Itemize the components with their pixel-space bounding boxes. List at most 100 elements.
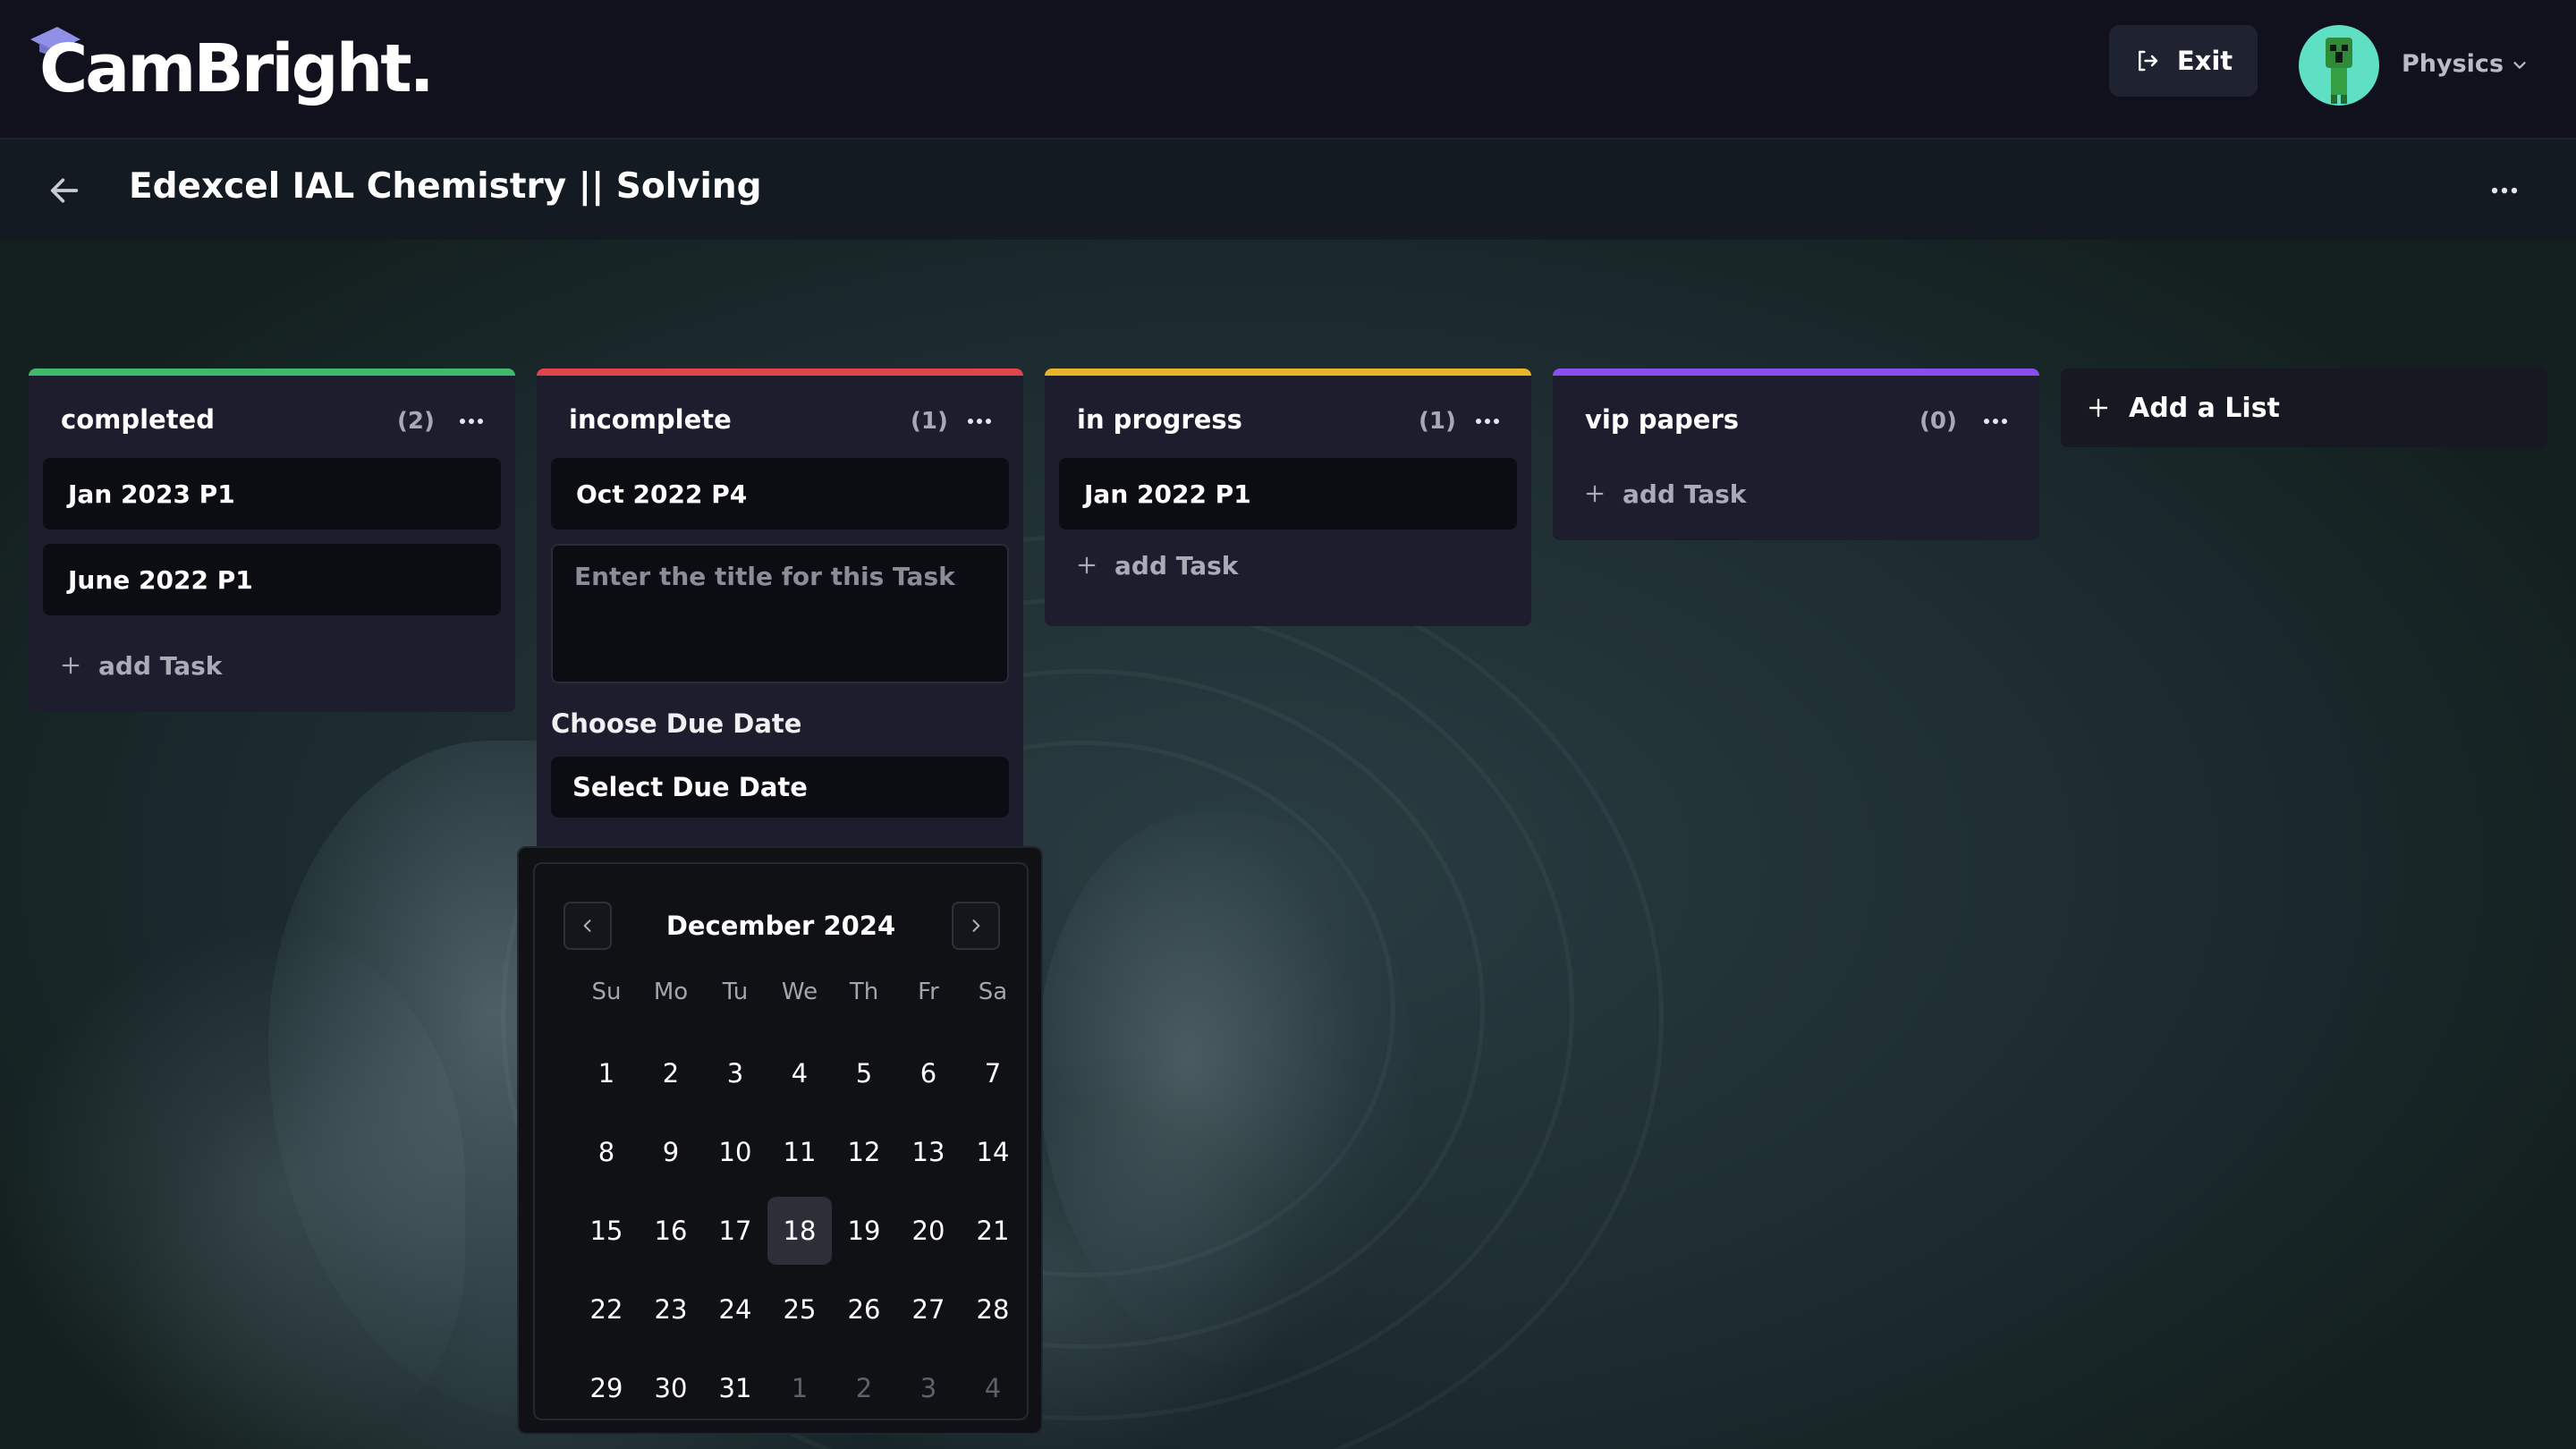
calendar-day[interactable]: 7 xyxy=(961,1034,1025,1113)
calendar-day-outside-month[interactable]: 3 xyxy=(896,1349,961,1428)
calendar-day-outside-month[interactable]: 1 xyxy=(767,1349,832,1428)
calendar-day-outside-month[interactable]: 2 xyxy=(832,1349,896,1428)
plus-icon xyxy=(62,657,80,674)
calendar-day[interactable]: 19 xyxy=(832,1191,896,1270)
list-color-bar xyxy=(537,369,1023,376)
task-card[interactable]: June 2022 P1 xyxy=(43,544,501,615)
calendar-day[interactable]: 3 xyxy=(703,1034,767,1113)
add-task-button[interactable]: add Task xyxy=(1553,458,2039,530)
list-title: completed xyxy=(61,404,215,435)
weekday-label: Th xyxy=(849,979,879,1005)
add-list-button[interactable]: Add a List xyxy=(2061,369,2547,447)
chevron-down-icon[interactable] xyxy=(2510,55,2529,75)
water-splash xyxy=(0,919,465,1449)
calendar-day[interactable]: 16 xyxy=(639,1191,703,1270)
chevron-left-icon xyxy=(583,919,591,932)
calendar-day[interactable]: 20 xyxy=(896,1191,961,1270)
calendar-day-outside-month[interactable]: 4 xyxy=(961,1349,1025,1428)
calendar-day[interactable]: 28 xyxy=(961,1270,1025,1349)
weekday-label: Tu xyxy=(722,979,749,1005)
list-title: vip papers xyxy=(1585,404,1740,435)
calendar-day-number: 2 xyxy=(855,1373,873,1403)
add-task-button[interactable]: add Task xyxy=(1045,530,1531,601)
calendar-day[interactable]: 29 xyxy=(574,1349,639,1428)
avatar[interactable] xyxy=(2299,25,2379,106)
calendar-day-number: 7 xyxy=(984,1058,1002,1089)
task-card[interactable]: Oct 2022 P4 xyxy=(551,458,1009,530)
calendar-day[interactable]: 14 xyxy=(961,1113,1025,1191)
calendar-day[interactable]: 21 xyxy=(961,1191,1025,1270)
calendar-day[interactable]: 10 xyxy=(703,1113,767,1191)
calendar-day-number: 28 xyxy=(976,1294,1010,1325)
select-due-date-button[interactable]: Select Due Date xyxy=(551,757,1009,818)
calendar-day[interactable]: 17 xyxy=(703,1191,767,1270)
calendar-day[interactable]: 13 xyxy=(896,1113,961,1191)
calendar-day[interactable]: 30 xyxy=(639,1349,703,1428)
weekday-header: Su Mo Tu We Th Fr Sa xyxy=(574,979,1025,1005)
calendar-day-number: 15 xyxy=(589,1216,623,1246)
calendar-day[interactable]: 11 xyxy=(767,1113,832,1191)
list-count: (1) xyxy=(911,408,948,435)
list-title: in progress xyxy=(1077,404,1242,435)
calendar-day[interactable]: 6 xyxy=(896,1034,961,1113)
task-title-input[interactable] xyxy=(553,546,1007,682)
list-count: (0) xyxy=(1919,408,1957,435)
back-arrow-icon[interactable] xyxy=(47,173,82,208)
more-options-icon[interactable] xyxy=(2487,175,2522,206)
calendar-day[interactable]: 25 xyxy=(767,1270,832,1349)
list-vip-papers: vip papers (0) add Task xyxy=(1553,369,2039,540)
calendar-day[interactable]: 15 xyxy=(574,1191,639,1270)
app-logo[interactable]: CamBright. xyxy=(39,30,435,107)
exit-button[interactable]: Exit xyxy=(2109,25,2258,97)
calendar-day[interactable]: 4 xyxy=(767,1034,832,1113)
calendar-panel: December 2024 Su Mo Tu We Th Fr Sa 1 2 3 4 5 6 7 8 9 10… xyxy=(533,862,1029,1420)
list-menu-icon[interactable] xyxy=(964,413,995,429)
calendar-day[interactable]: 27 xyxy=(896,1270,961,1349)
calendar-day-number: 22 xyxy=(589,1294,623,1325)
subject-selector[interactable]: Physics xyxy=(2402,50,2504,78)
calendar-day-number: 8 xyxy=(597,1137,615,1167)
calendar-day[interactable]: 23 xyxy=(639,1270,703,1349)
calendar-day-number: 21 xyxy=(976,1216,1010,1246)
calendar-day[interactable]: 12 xyxy=(832,1113,896,1191)
list-menu-icon[interactable] xyxy=(1472,413,1503,429)
task-card[interactable]: Jan 2023 P1 xyxy=(43,458,501,530)
calendar-day-number: 5 xyxy=(855,1058,873,1089)
list-title: incomplete xyxy=(569,404,732,435)
calendar-day[interactable]: 24 xyxy=(703,1270,767,1349)
calendar-day[interactable]: 1 xyxy=(574,1034,639,1113)
calendar-day[interactable]: 22 xyxy=(574,1270,639,1349)
calendar-day-number: 3 xyxy=(726,1058,744,1089)
list-color-bar xyxy=(1045,369,1531,376)
add-task-label: add Task xyxy=(98,650,223,681)
next-month-button[interactable] xyxy=(952,902,1000,950)
calendar-day-number: 24 xyxy=(718,1294,752,1325)
exit-button-label: Exit xyxy=(2176,46,2233,76)
calendar-day[interactable]: 31 xyxy=(703,1349,767,1428)
calendar-day-number: 16 xyxy=(654,1216,688,1246)
weekday-label: We xyxy=(781,979,818,1005)
previous-month-button[interactable] xyxy=(564,902,612,950)
calendar-day-number: 4 xyxy=(791,1058,809,1089)
calendar-day[interactable]: 2 xyxy=(639,1034,703,1113)
list-header: in progress (1) xyxy=(1045,376,1531,458)
list-menu-icon[interactable] xyxy=(1980,413,2011,429)
list-menu-icon[interactable] xyxy=(456,413,487,429)
board-title: Edexcel IAL Chemistry || Solving xyxy=(129,166,762,207)
add-task-button[interactable]: add Task xyxy=(29,630,515,701)
calendar-day-number: 26 xyxy=(847,1294,881,1325)
add-list-label: Add a List xyxy=(2129,392,2280,424)
calendar-day[interactable]: 26 xyxy=(832,1270,896,1349)
calendar-day-number: 1 xyxy=(791,1373,809,1403)
calendar-day-number: 6 xyxy=(919,1058,937,1089)
calendar-day[interactable]: 8 xyxy=(574,1113,639,1191)
calendar-day-selected[interactable]: 18 xyxy=(767,1191,832,1270)
calendar-day[interactable]: 9 xyxy=(639,1113,703,1191)
calendar-day-number: 11 xyxy=(783,1137,817,1167)
task-title-input-box xyxy=(551,544,1009,683)
calendar-day[interactable]: 5 xyxy=(832,1034,896,1113)
weekday-label: Mo xyxy=(653,979,689,1005)
task-card[interactable]: Jan 2022 P1 xyxy=(1059,458,1517,530)
weekday-label: Sa xyxy=(978,979,1008,1005)
calendar-day-number: 14 xyxy=(976,1137,1010,1167)
